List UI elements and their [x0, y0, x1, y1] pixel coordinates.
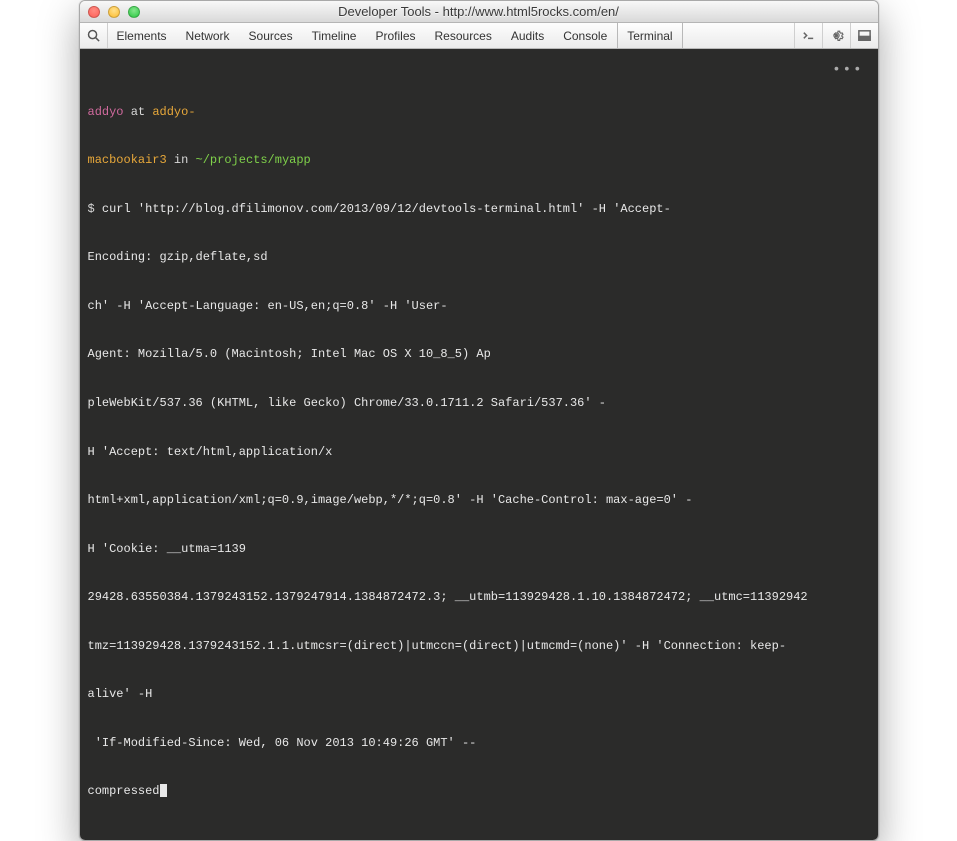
prompt-at: at: [124, 105, 153, 119]
devtools-window: Developer Tools - http://www.html5rocks.…: [79, 0, 879, 841]
devtools-tabs: Elements Network Sources Timeline Profil…: [108, 23, 794, 48]
cmd-line: H 'Accept: text/html,application/x: [88, 444, 870, 460]
dock-side-icon[interactable]: [850, 23, 878, 48]
prompt-in: in: [167, 153, 196, 167]
terminal-menu-icon[interactable]: •••: [832, 61, 863, 80]
search-icon[interactable]: [80, 23, 108, 48]
tab-label: Timeline: [312, 29, 357, 43]
tab-label: Audits: [511, 29, 544, 43]
cmd-line: H 'Cookie: __utma=1139: [88, 541, 870, 557]
tab-label: Network: [186, 29, 230, 43]
terminal-command: $ curl 'http://blog.dfilimonov.com/2013/…: [88, 201, 870, 217]
cmd-line: curl 'http://blog.dfilimonov.com/2013/09…: [102, 202, 671, 216]
prompt-machine: macbookair3: [88, 153, 167, 167]
tab-elements[interactable]: Elements: [108, 23, 177, 48]
titlebar: Developer Tools - http://www.html5rocks.…: [80, 1, 878, 23]
tab-label: Sources: [249, 29, 293, 43]
cmd-line: 'If-Modified-Since: Wed, 06 Nov 2013 10:…: [88, 735, 870, 751]
prompt-host: addyo-: [152, 105, 195, 119]
cmd-line: compressed: [88, 784, 160, 798]
show-drawer-icon[interactable]: [794, 23, 822, 48]
tab-label: Console: [563, 29, 607, 43]
prompt-path: ~/projects/myapp: [196, 153, 311, 167]
prompt-user: addyo: [88, 105, 124, 119]
prompt-symbol: $: [88, 202, 102, 216]
cmd-line: pleWebKit/537.36 (KHTML, like Gecko) Chr…: [88, 395, 870, 411]
tab-console[interactable]: Console: [554, 23, 617, 48]
window-title: Developer Tools - http://www.html5rocks.…: [80, 4, 878, 19]
cmd-line: html+xml,application/xml;q=0.9,image/web…: [88, 492, 870, 508]
cmd-line: Encoding: gzip,deflate,sd: [88, 249, 870, 265]
tab-profiles[interactable]: Profiles: [366, 23, 425, 48]
tab-timeline[interactable]: Timeline: [303, 23, 367, 48]
tab-audits[interactable]: Audits: [502, 23, 554, 48]
traffic-lights: [80, 6, 140, 18]
tab-label: Elements: [117, 29, 167, 43]
minimize-button[interactable]: [108, 6, 120, 18]
close-button[interactable]: [88, 6, 100, 18]
terminal-cursor: [160, 784, 167, 797]
tab-label: Profiles: [375, 29, 415, 43]
cmd-line: ch' -H 'Accept-Language: en-US,en;q=0.8'…: [88, 298, 870, 314]
tab-resources[interactable]: Resources: [426, 23, 502, 48]
cmd-line: Agent: Mozilla/5.0 (Macintosh; Intel Mac…: [88, 346, 870, 362]
cmd-line: tmz=113929428.1379243152.1.1.utmcsr=(dir…: [88, 638, 870, 654]
terminal-panel[interactable]: ••• addyo at addyo- macbookair3 in ~/pro…: [80, 49, 878, 840]
tab-network[interactable]: Network: [177, 23, 240, 48]
cmd-last-line: compressed: [88, 783, 870, 799]
tab-terminal[interactable]: Terminal: [617, 23, 682, 48]
settings-gear-icon[interactable]: [822, 23, 850, 48]
devtools-toolbar: Elements Network Sources Timeline Profil…: [80, 23, 878, 49]
zoom-button[interactable]: [128, 6, 140, 18]
terminal-prompt-line1: addyo at addyo-: [88, 104, 870, 120]
cmd-line: 29428.63550384.1379243152.1379247914.138…: [88, 589, 870, 605]
tab-label: Terminal: [627, 29, 672, 43]
cmd-line: alive' -H: [88, 686, 870, 702]
toolbar-right: [794, 23, 878, 48]
tab-label: Resources: [435, 29, 492, 43]
terminal-prompt-line2: macbookair3 in ~/projects/myapp: [88, 152, 870, 168]
tab-sources[interactable]: Sources: [240, 23, 303, 48]
